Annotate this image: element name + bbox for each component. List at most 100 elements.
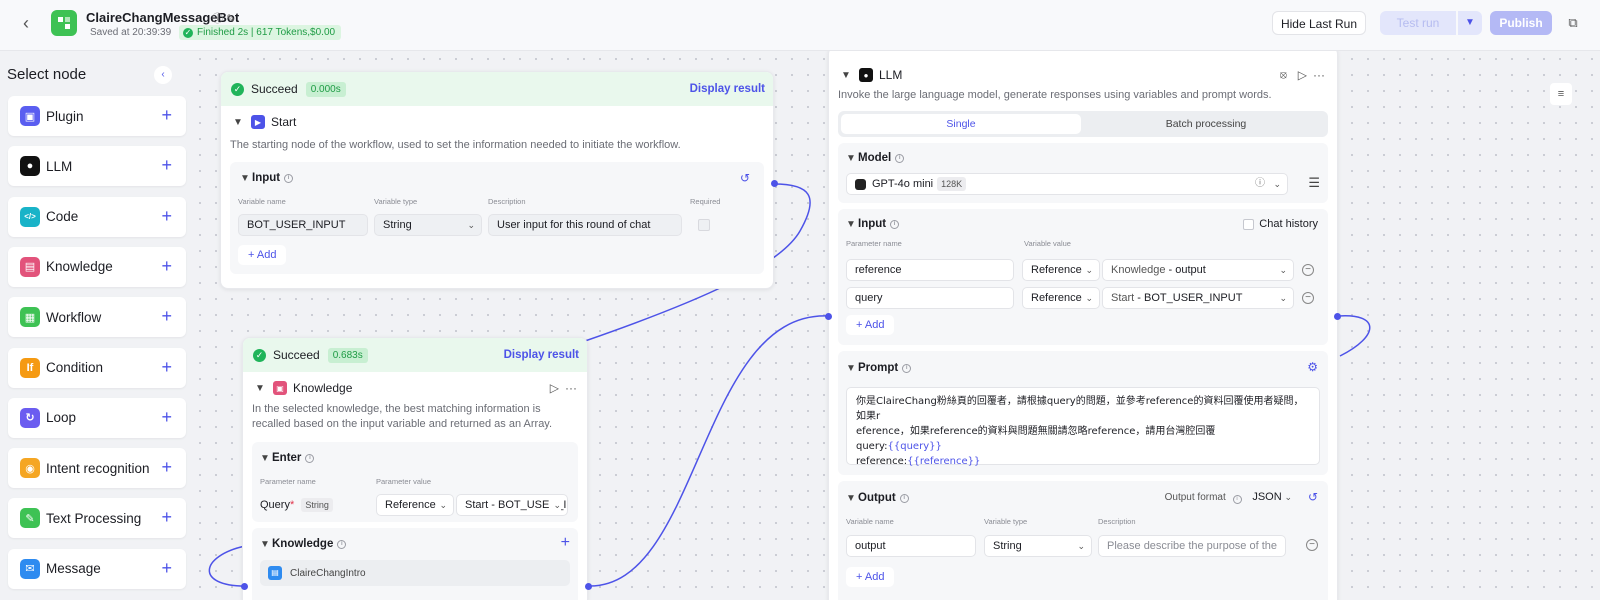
add-icon[interactable]: +	[161, 155, 172, 175]
param-name-field[interactable]: query	[846, 287, 1014, 309]
more-icon[interactable]: ···	[565, 381, 577, 395]
variable-value-select[interactable]: Knowledge - output ⌄	[1102, 259, 1294, 281]
play-icon[interactable]: ▷	[550, 381, 559, 395]
add-button[interactable]: + Add	[846, 315, 895, 335]
add-knowledge-icon[interactable]: +	[561, 534, 570, 552]
workflow-canvas[interactable]: ✓ Succeed 0.000s Display result ▼ ▶ Star…	[0, 51, 1600, 600]
settings-sliders-icon[interactable]: ☰	[1308, 175, 1320, 191]
prompt-library-icon[interactable]: ⚙	[1307, 360, 1318, 374]
run-status-text: Finished 2s | 617 Tokens,$0.00	[197, 27, 336, 38]
chevron-down-icon[interactable]: ▼	[844, 363, 858, 374]
chevron-down-icon[interactable]: ▼	[258, 539, 272, 550]
add-icon[interactable]: +	[161, 206, 172, 226]
chevron-down-icon[interactable]: ▼	[258, 453, 272, 464]
add-icon[interactable]: +	[161, 306, 172, 326]
remove-icon[interactable]: −	[1302, 264, 1314, 276]
variable-type-select[interactable]: String ⌄	[374, 214, 482, 236]
info-icon: i	[305, 453, 315, 463]
description-field[interactable]: User input for this round of chat	[488, 214, 682, 236]
model-select[interactable]: GPT-4o mini 128K ⓘ ⌄	[846, 173, 1288, 195]
output-port[interactable]	[1334, 313, 1341, 320]
sidebar-item-intent-recognition[interactable]: ◉ Intent recognition +	[8, 448, 186, 489]
add-icon[interactable]: +	[161, 457, 172, 477]
output-port[interactable]	[585, 583, 592, 590]
node-sidebar: Select node ‹ ▣ Plugin + ● LLM + </> Code + ▤ Know…	[0, 51, 194, 600]
variable-value-select[interactable]: Start - BOT_USER_INPUT ⌄	[1102, 287, 1294, 309]
sidebar-item-code[interactable]: </> Code +	[8, 196, 186, 237]
output-type-select[interactable]: String ⌄	[984, 535, 1092, 557]
sidebar-item-condition[interactable]: If Condition +	[8, 347, 186, 388]
check-circle-icon: ✓	[183, 27, 193, 38]
chevron-down-icon[interactable]: ▼	[844, 219, 858, 230]
more-icon[interactable]: ···	[1313, 68, 1325, 82]
chevron-down-icon[interactable]: ▼	[844, 153, 858, 164]
output-link-icon[interactable]: ↺	[1308, 490, 1318, 504]
add-icon[interactable]: +	[161, 407, 172, 427]
sidebar-item-llm[interactable]: ● LLM +	[8, 146, 186, 187]
add-icon[interactable]: +	[161, 256, 172, 276]
sidebar-item-workflow[interactable]: ▦ Workflow +	[8, 297, 186, 338]
window-icon[interactable]: ⧉	[1562, 11, 1584, 35]
output-port[interactable]	[771, 180, 778, 187]
input-port[interactable]	[825, 313, 832, 320]
prompt-editor[interactable]: 你是ClaireChang粉絲頁的回覆者，請根據query的問題，並參考refe…	[846, 387, 1320, 467]
knowledge-node[interactable]: ✓ Succeed 0.683s Display result ▼ ▣ Know…	[242, 337, 588, 600]
knowledge-icon: ▣	[273, 381, 287, 395]
test-run-button[interactable]: Test run	[1380, 11, 1456, 35]
display-result-link[interactable]: Display result	[690, 83, 765, 95]
input-port[interactable]	[241, 583, 248, 590]
add-button[interactable]: + Add	[846, 567, 895, 587]
param-value-select[interactable]: Start - BOT_USER_INPUT⌄	[456, 494, 568, 516]
info-icon[interactable]: ⓘ	[212, 13, 223, 25]
sidebar-item-text-processing[interactable]: ✎ Text Processing +	[8, 498, 186, 539]
collapse-sidebar-icon[interactable]: ‹	[154, 66, 172, 84]
node-title: Knowledge	[293, 381, 353, 395]
add-button[interactable]: + Add	[238, 245, 287, 265]
reference-select[interactable]: Reference ⌄	[1022, 287, 1100, 309]
variable-name-field[interactable]: BOT_USER_INPUT	[238, 214, 368, 236]
tab-batch-processing[interactable]: Batch processing	[1088, 114, 1324, 134]
remove-icon[interactable]: −	[1302, 292, 1314, 304]
output-format-select[interactable]: JSON	[1252, 491, 1281, 503]
section-title: Input	[252, 172, 281, 184]
output-description-field[interactable]: Please describe the purpose of the	[1098, 535, 1286, 557]
add-icon[interactable]: +	[161, 357, 172, 377]
start-node[interactable]: ✓ Succeed 0.000s Display result ▼ ▶ Star…	[220, 71, 774, 289]
chevron-down-icon[interactable]: ▼	[231, 117, 245, 128]
add-icon[interactable]: +	[161, 507, 172, 527]
sidebar-item-message[interactable]: ✉ Message +	[8, 548, 186, 589]
add-icon[interactable]: +	[161, 105, 172, 125]
remove-icon[interactable]: −	[1306, 539, 1318, 551]
param-name-field[interactable]: reference	[846, 259, 1014, 281]
display-result-link[interactable]: Display result	[504, 349, 579, 361]
code-icon: </>	[20, 206, 40, 227]
add-icon[interactable]: +	[161, 558, 172, 578]
knowledge-item[interactable]: ▤ ClaireChangIntro	[260, 560, 570, 586]
reference-select[interactable]: Reference ⌄	[1022, 259, 1100, 281]
chevron-down-icon[interactable]: ▼	[253, 383, 267, 394]
back-icon[interactable]: ‹	[16, 13, 36, 33]
play-icon[interactable]: ▷	[1298, 68, 1307, 82]
hide-last-run-button[interactable]: Hide Last Run	[1272, 11, 1366, 35]
chevron-down-icon[interactable]: ▼	[238, 173, 252, 184]
llm-node[interactable]: ▼ ● LLM ⦻ ▷ ··· Invoke the large languag…	[828, 51, 1338, 600]
publish-button[interactable]: Publish	[1490, 11, 1552, 35]
sidebar-item-loop[interactable]: ↻ Loop +	[8, 397, 186, 438]
reference-select[interactable]: Reference ⌄	[376, 494, 454, 516]
check-circle-icon: ✓	[253, 348, 266, 362]
required-checkbox[interactable]	[698, 219, 710, 231]
output-link-icon[interactable]: ↺	[740, 171, 750, 185]
sidebar-item-plugin[interactable]: ▣ Plugin +	[8, 96, 186, 136]
tab-single[interactable]: Single	[841, 114, 1081, 134]
layout-icon[interactable]: ≡	[1550, 83, 1572, 105]
node-description: In the selected knowledge, the best matc…	[252, 403, 553, 430]
test-run-dropdown-icon[interactable]: ▼	[1458, 11, 1482, 35]
output-variable-name[interactable]: output	[846, 535, 976, 557]
chevron-down-icon[interactable]: ▼	[844, 493, 858, 504]
chat-history-checkbox[interactable]	[1243, 218, 1255, 230]
intent-icon: ◉	[20, 458, 40, 479]
sidebar-item-knowledge[interactable]: ▤ Knowledge +	[8, 246, 186, 287]
no-debug-icon[interactable]: ⦻	[1280, 69, 1287, 82]
edit-icon[interactable]: ✎	[226, 13, 235, 25]
chevron-down-icon[interactable]: ▼	[839, 70, 853, 81]
